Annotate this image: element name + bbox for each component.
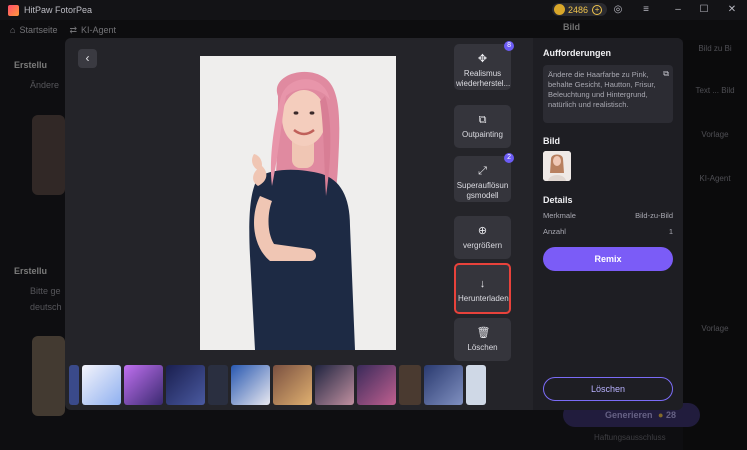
thumbnail-strip — [69, 365, 529, 405]
detail-row: Merkmale Bild-zu-Bild — [543, 211, 673, 220]
restore-realism-button[interactable]: 8 ✥ Realismus wiederherstel... — [454, 41, 514, 90]
thumbnail[interactable] — [357, 365, 396, 405]
thumbnail[interactable] — [166, 365, 205, 405]
crosshair-icon: ✥ — [477, 53, 488, 65]
credits-badge[interactable]: 2486 + — [552, 3, 608, 16]
thumbnail[interactable] — [69, 365, 79, 405]
credits-value: 2486 — [568, 4, 589, 15]
add-credits-icon[interactable]: + — [592, 4, 603, 15]
maximize-icon[interactable]: ☐ — [698, 4, 710, 16]
prompt-text: Ändere die Haarfarbe zu Pink, behalte Ge… — [548, 70, 656, 109]
close-icon[interactable]: ✕ — [726, 4, 738, 16]
source-thumbnail-illustration — [543, 151, 571, 181]
account-icon[interactable]: ◎ — [612, 4, 624, 16]
thumbnail[interactable] — [231, 365, 270, 405]
tool-label: Löschen — [467, 343, 498, 352]
tool-label: Superauflösun gsmodell — [456, 181, 509, 200]
thumbnail[interactable] — [124, 365, 163, 405]
source-image-thumbnail[interactable] — [543, 151, 571, 181]
thumbnail[interactable] — [315, 365, 354, 405]
prompt-box: ⧉ Ändere die Haarfarbe zu Pink, behalte … — [543, 65, 673, 123]
detail-key: Merkmale — [543, 211, 576, 220]
detail-row: Anzahl 1 — [543, 227, 673, 236]
details-panel: Aufforderungen ⧉ Ändere die Haarfarbe zu… — [533, 38, 683, 410]
menu-icon[interactable]: ≡ — [640, 4, 652, 16]
trash-icon: 🗑 — [476, 327, 491, 339]
thumbnail[interactable] — [424, 365, 463, 405]
credit-badge: 2 — [504, 153, 514, 163]
expand-image-icon: ⧉ — [478, 114, 487, 126]
tool-label: Realismus wiederherstel... — [456, 69, 511, 88]
upscale-button[interactable]: ⊕ vergrößern — [454, 216, 511, 259]
resize-icon: ⤢ — [478, 165, 487, 177]
chevron-left-icon: ‹ — [85, 51, 90, 65]
tool-label: vergrößern — [462, 241, 503, 250]
detail-value: Bild-zu-Bild — [635, 211, 673, 220]
outpainting-button[interactable]: ⧉ Outpainting — [454, 105, 511, 148]
super-resolution-button[interactable]: 2 ⤢ Superauflösun gsmodell — [454, 153, 514, 202]
detail-key: Anzahl — [543, 227, 566, 236]
thumbnail[interactable] — [82, 365, 121, 405]
app-logo — [8, 4, 19, 16]
detail-value: 1 — [668, 227, 673, 236]
portrait-illustration — [200, 56, 396, 350]
zoom-in-icon: ⊕ — [477, 225, 488, 237]
details-title: Details — [543, 195, 573, 205]
app-title: HitPaw FotorPea — [24, 5, 93, 15]
coin-icon — [554, 4, 565, 15]
thumbnail[interactable] — [466, 365, 486, 405]
title-bar: HitPaw FotorPea 2486 + ◎ ≡ – ☐ ✕ — [0, 0, 747, 20]
download-icon: ↓ — [479, 278, 486, 290]
minimize-icon[interactable]: – — [672, 4, 684, 16]
download-button[interactable]: ↓ Herunterladen — [454, 263, 511, 314]
tool-label: Herunterladen — [458, 294, 509, 303]
thumbnail[interactable] — [208, 365, 228, 405]
delete-button[interactable]: Löschen — [543, 377, 673, 401]
remix-button[interactable]: Remix — [543, 247, 673, 271]
delete-tool-button[interactable]: 🗑 Löschen — [454, 318, 511, 361]
thumbnail[interactable] — [399, 365, 421, 405]
image-preview-modal: ‹ 8 ✥ Realismus wiederherstel... ⧉ Outpa… — [65, 38, 683, 410]
copy-icon[interactable]: ⧉ — [663, 69, 669, 79]
credit-badge: 8 — [504, 41, 514, 51]
prompts-title: Aufforderungen — [543, 48, 611, 58]
back-button[interactable]: ‹ — [78, 49, 97, 68]
image-title: Bild — [543, 136, 560, 146]
thumbnail[interactable] — [273, 365, 312, 405]
preview-image — [200, 56, 396, 350]
tool-label: Outpainting — [462, 130, 503, 139]
